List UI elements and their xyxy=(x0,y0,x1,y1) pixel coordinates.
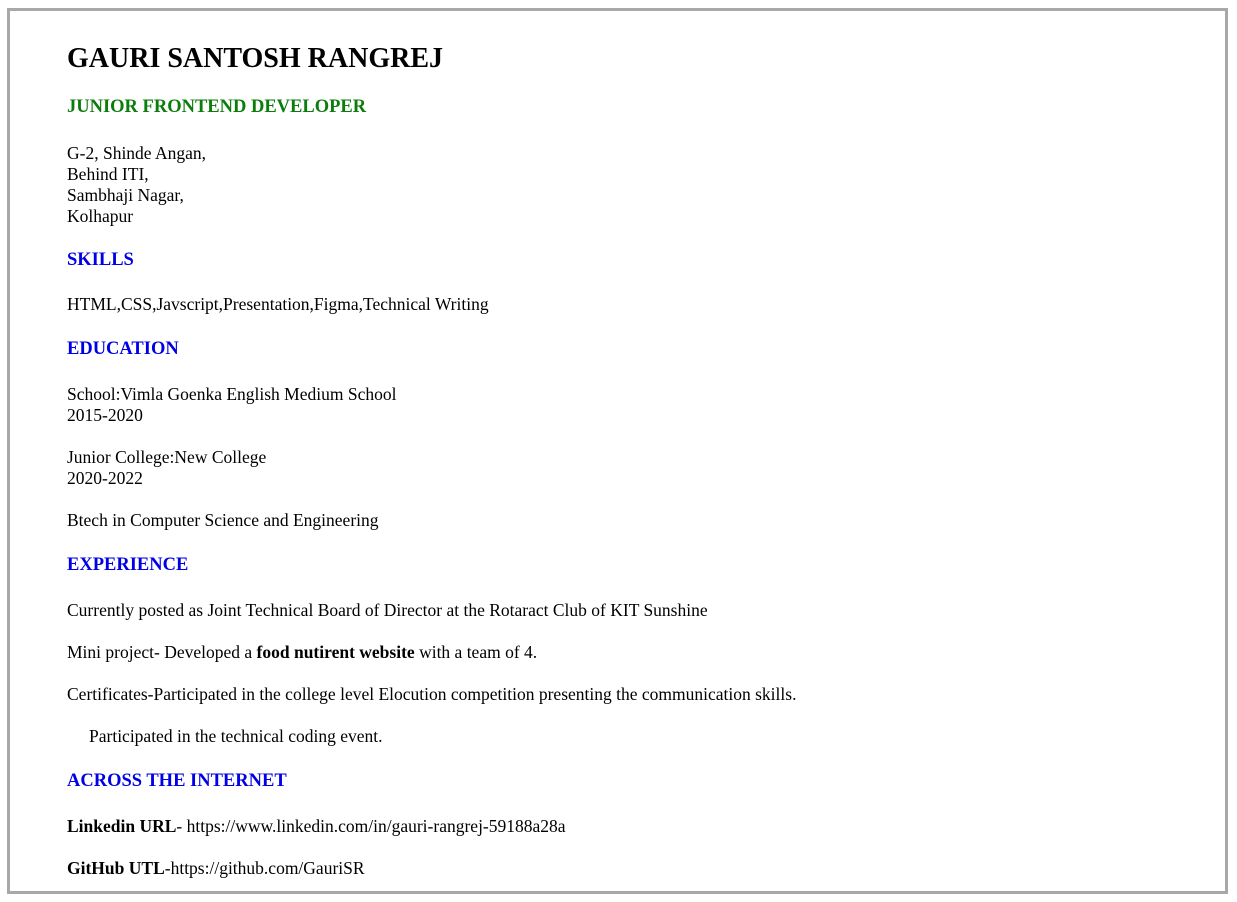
address-line: Behind ITI, xyxy=(67,164,149,184)
page-title: GAURI SANTOSH RANGREJ xyxy=(67,43,443,74)
linkedin-label: Linkedin URL xyxy=(67,816,177,836)
experience-mini-project: Mini project- Developed a food nutirent … xyxy=(67,642,537,663)
experience-participated: Participated in the technical coding eve… xyxy=(89,726,383,746)
skills-text: HTML,CSS,Javscript,Presentation,Figma,Te… xyxy=(67,294,489,314)
address-line: Sambhaji Nagar, xyxy=(67,185,184,205)
junior-college-label: Junior College:New College xyxy=(67,447,267,467)
experience-certificates: Certificates-Participated in the college… xyxy=(67,684,797,704)
experience-heading: EXPERIENCE xyxy=(67,555,189,575)
github-label: GitHub UTL xyxy=(67,858,165,878)
address-line: Kolhapur xyxy=(67,206,134,226)
mini-project-prefix: Mini project- Developed a xyxy=(67,642,257,662)
school-years: 2015-2020 xyxy=(67,405,143,425)
skills-heading: SKILLS xyxy=(67,250,134,270)
junior-college-years: 2020-2022 xyxy=(67,468,143,488)
linkedin-url: - https://www.linkedin.com/in/gauri-rang… xyxy=(176,816,566,836)
address-line: G-2, Shinde Angan, xyxy=(67,143,207,163)
github-url: -https://github.com/GauriSR xyxy=(164,858,365,878)
job-title: JUNIOR FRONTEND DEVELOPER xyxy=(67,97,367,117)
education-degree: Btech in Computer Science and Engineerin… xyxy=(67,510,379,530)
github-row: GitHub UTL-https://github.com/GauriSR xyxy=(67,858,365,879)
experience-current: Currently posted as Joint Technical Boar… xyxy=(67,600,708,620)
address-block: G-2, Shinde Angan, Behind ITI, Sambhaji … xyxy=(67,143,206,227)
education-junior-college: Junior College:New College 2020-2022 xyxy=(67,447,266,489)
education-heading: EDUCATION xyxy=(67,339,179,359)
resume-frame: GAURI SANTOSH RANGREJ JUNIOR FRONTEND DE… xyxy=(7,8,1228,894)
internet-heading: ACROSS THE INTERNET xyxy=(67,771,287,791)
linkedin-row: Linkedin URL- https://www.linkedin.com/i… xyxy=(67,816,566,837)
school-label: School:Vimla Goenka English Medium Schoo… xyxy=(67,384,397,404)
mini-project-suffix: with a team of 4. xyxy=(414,642,538,662)
education-school: School:Vimla Goenka English Medium Schoo… xyxy=(67,384,396,426)
mini-project-name: food nutirent website xyxy=(256,642,415,662)
